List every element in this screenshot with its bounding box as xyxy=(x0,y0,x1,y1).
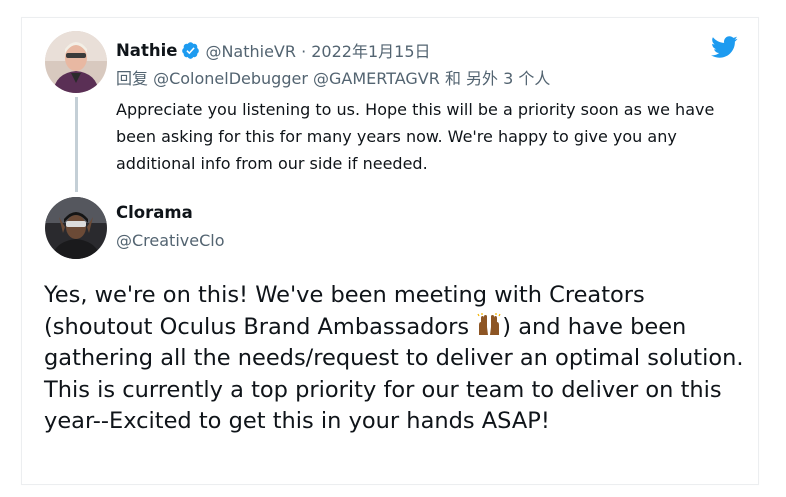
verified-badge-icon xyxy=(181,41,200,60)
reply-handle-and-date[interactable]: @NathieVR · 2022年1月15日 xyxy=(205,38,430,62)
twitter-bird-icon[interactable] xyxy=(708,33,740,61)
reply-header: Nathie @NathieVR · 2022年1月15日 xyxy=(116,38,431,62)
raising-hands-emoji-icon xyxy=(476,312,502,337)
thread-connector-line xyxy=(75,97,78,192)
main-author-name[interactable]: Clorama xyxy=(116,203,193,222)
reply-tweet-text: Appreciate you listening to us. Hope thi… xyxy=(116,100,715,173)
avatar-nathie[interactable] xyxy=(45,31,107,93)
main-author-handle[interactable]: @CreativeClo xyxy=(116,231,224,250)
reply-author-name[interactable]: Nathie xyxy=(116,41,177,60)
replying-to-line[interactable]: 回复 @ColonelDebugger @GAMERTAGVR 和 另外 3 个… xyxy=(116,65,550,89)
main-tweet-text: Yes, we're on this! We've been meeting w… xyxy=(44,280,744,438)
avatar-clorama[interactable] xyxy=(45,197,107,259)
